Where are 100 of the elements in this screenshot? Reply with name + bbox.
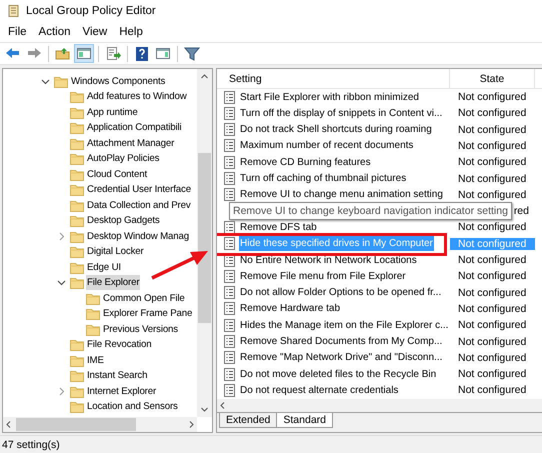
folder-icon (70, 384, 84, 398)
window-title: Local Group Policy Editor (26, 5, 156, 18)
folder-icon (70, 230, 84, 243)
tree-item[interactable]: Credential User Interface (86, 182, 192, 198)
setting-name[interactable]: Maximum number of recent documents (239, 138, 414, 154)
tree-item[interactable]: Previous Versions (102, 322, 179, 337)
setting-name[interactable]: Turn off the display of snippets in Content vi... (239, 106, 444, 121)
tree-pane-icon (76, 46, 92, 62)
setting-name[interactable]: Remove DFS tab (239, 220, 318, 235)
policy-icon (223, 351, 236, 364)
folder-icon (70, 214, 84, 228)
tree-item[interactable]: Edge UI (86, 260, 122, 275)
folder-icon (70, 121, 84, 134)
setting-name[interactable]: Remove "Map Network Drive" and "Disconn... (239, 350, 444, 366)
tree-item[interactable]: IME (86, 352, 105, 368)
view-tab[interactable]: Standard (276, 412, 333, 428)
expand-chevron-icon[interactable] (56, 232, 66, 241)
state-cell-text: Not configured (457, 188, 528, 201)
tree-item[interactable]: Attachment Manager (86, 136, 176, 151)
column-header[interactable]: Setting (217, 69, 450, 88)
policy-icon (223, 156, 236, 169)
tree-item[interactable]: Location and Sensors (86, 399, 179, 414)
setting-name[interactable]: Remove Shared Documents from My Comp... (239, 334, 444, 350)
collapse-chevron-icon[interactable] (56, 278, 66, 288)
folder-icon (70, 400, 84, 414)
setting-name[interactable]: Remove UI to change menu animation setting (239, 187, 444, 202)
policy-icon (223, 139, 236, 152)
state-cell-text: Not configured (457, 221, 528, 234)
folder-icon (70, 106, 84, 119)
tree-item[interactable]: Windows Components (70, 74, 166, 89)
column-header[interactable]: State (450, 69, 535, 88)
state-cell-text: Not configured (457, 107, 528, 120)
tree-item[interactable]: Data Collection and Prev (86, 198, 192, 213)
policy-icon (223, 270, 236, 283)
state-cell-text: Not configured (457, 368, 528, 380)
folder-icon (70, 354, 84, 367)
vertical-scrollbar[interactable] (197, 69, 212, 418)
folder-icon (86, 292, 100, 305)
horizontal-scrollbar[interactable] (3, 417, 197, 432)
menu-item[interactable]: File (2, 26, 33, 38)
menu-item[interactable]: Help (113, 26, 149, 38)
tree-item[interactable]: Desktop Window Manag (86, 228, 190, 244)
status-text: 47 setting(s) (0, 435, 542, 453)
tree-item[interactable]: AutoPlay Policies (86, 151, 160, 166)
tree-item[interactable]: Explorer Frame Pane (102, 306, 194, 322)
folder-icon (70, 183, 84, 196)
folder-icon (70, 338, 84, 352)
callout-arrow (151, 251, 208, 280)
tree-item[interactable]: App runtime (86, 104, 139, 120)
export-list-icon (105, 46, 121, 62)
setting-name[interactable]: Do not allow Folder Options to be opened fr... (239, 285, 442, 300)
state-cell-text: Not configured (457, 172, 528, 185)
menu-item[interactable]: Action (32, 26, 76, 38)
horizontal-scrollbar[interactable] (217, 398, 542, 412)
tree-item[interactable]: Add features to Window (86, 89, 188, 104)
folder-icon (86, 307, 100, 320)
folder-icon (86, 322, 100, 336)
tree-item[interactable]: Instant Search (86, 368, 148, 384)
state-cell-text: Not configured (457, 319, 528, 332)
setting-name[interactable]: No Entire Network in Network Locations (239, 252, 418, 268)
setting-name[interactable]: Do not track Shell shortcuts during roaming (239, 122, 433, 138)
policy-icon (223, 188, 236, 202)
setting-name[interactable]: Remove File menu from File Explorer (239, 268, 407, 284)
view-tab[interactable]: Extended (219, 412, 278, 428)
folder-icon (70, 260, 84, 274)
state-cell-text: Not configured (457, 336, 528, 348)
state-cell-text: Not configured (457, 91, 528, 104)
tree-item[interactable]: Cloud Content (86, 166, 148, 182)
folder-icon (54, 74, 68, 88)
filter-icon (184, 46, 200, 62)
app-icon (6, 4, 20, 18)
policy-icon (223, 286, 236, 300)
state-cell-text: Not configured (457, 302, 528, 315)
tree-item[interactable]: File Revocation (86, 337, 153, 352)
tree-item[interactable]: Application Compatibili (86, 120, 183, 136)
expand-chevron-icon[interactable] (56, 386, 66, 396)
setting-name[interactable]: Turn off caching of thumbnail pictures (239, 171, 408, 186)
action-pane-icon (155, 46, 171, 62)
setting-name[interactable]: Remove CD Burning features (239, 154, 372, 170)
folder-icon (70, 245, 84, 258)
tree-item[interactable]: Digital Locker (86, 244, 145, 260)
policy-icon (223, 384, 236, 397)
setting-name[interactable]: Do not request alternate credentials (239, 382, 400, 398)
tree-toggle-button[interactable] (74, 44, 94, 64)
collapse-chevron-icon[interactable] (40, 76, 50, 86)
tree-item[interactable]: Internet Explorer (86, 384, 158, 399)
state-cell-text: Not configured (457, 140, 528, 152)
setting-name[interactable]: Remove Hardware tab (239, 301, 342, 316)
setting-name[interactable]: Hides the Manage item on the File Explorer c... (239, 318, 450, 333)
policy-icon (223, 172, 236, 186)
folder-icon (70, 136, 84, 150)
state-cell: red (514, 205, 529, 218)
help-icon (134, 46, 150, 62)
state-cell-text: Not configured (457, 254, 528, 266)
setting-name[interactable]: Start File Explorer with ribbon minimized (239, 90, 420, 105)
menu-item[interactable]: View (76, 26, 114, 38)
tree-item[interactable]: File Explorer (86, 275, 140, 290)
setting-name[interactable]: Do not move deleted files to the Recycle Bin (239, 366, 438, 382)
tree-item[interactable]: Common Open File (102, 290, 186, 306)
tree-item[interactable]: Desktop Gadgets (86, 213, 161, 228)
